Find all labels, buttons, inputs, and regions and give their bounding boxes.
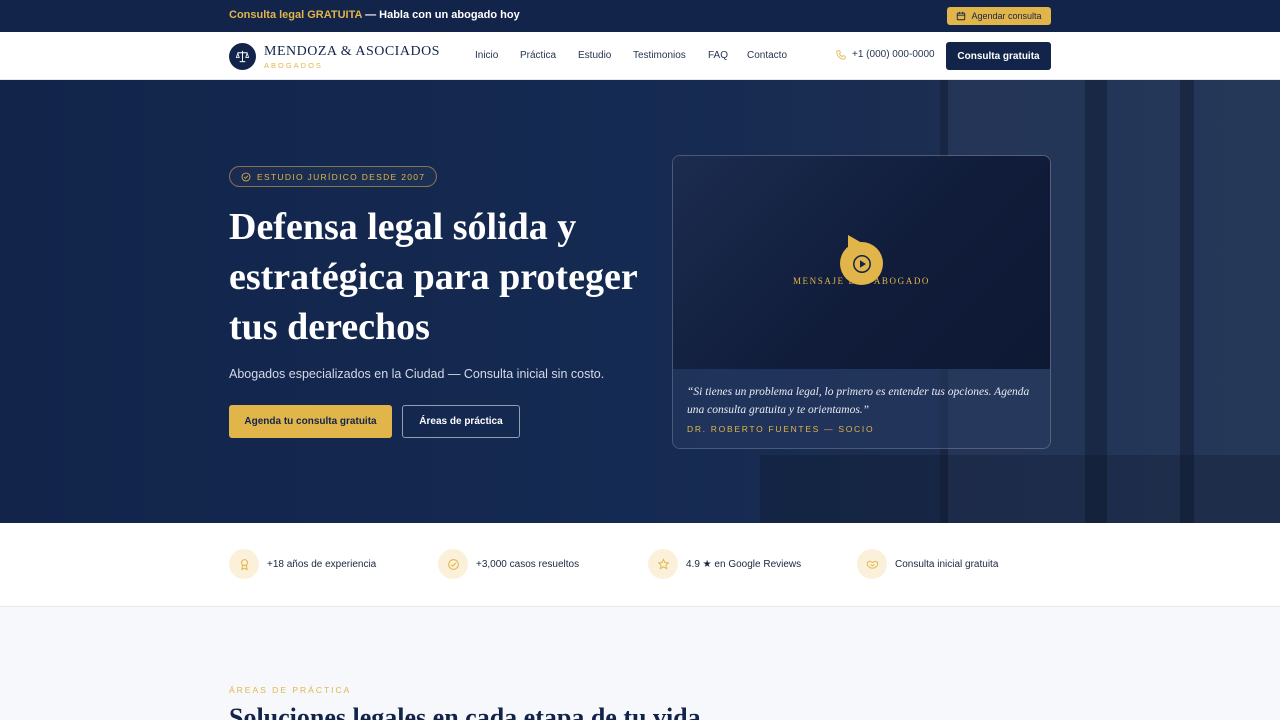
hero-section: ESTUDIO JURÍDICO DESDE 2007 Defensa lega… [0,80,1280,523]
logo[interactable] [229,43,256,70]
practice-areas-button[interactable]: Áreas de práctica [402,405,520,438]
main-navbar: MENDOZA & ASOCIADOS ABOGADOS Inicio Prác… [0,32,1280,80]
phone-number: +1 (000) 000-0000 [852,49,935,60]
phone-link[interactable]: +1 (000) 000-0000 [836,49,935,60]
stats-strip: +18 años de experiencia +3,000 casos res… [0,523,1280,607]
stat-label: 4.9 ★ en Google Reviews [686,558,802,570]
window-sill [760,455,1280,523]
nav-link-contacto[interactable]: Contacto [747,50,787,61]
award-icon [240,558,248,571]
stat-icon-wrap [229,549,259,579]
section-eyebrow: ÁREAS DE PRÁCTICA [229,685,352,695]
stat-free-consult: Consulta inicial gratuita [857,549,998,579]
nav-link-faq[interactable]: FAQ [708,50,728,61]
stat-cases: +3,000 casos resueltos [438,549,579,579]
brand-tagline: ABOGADOS [264,61,323,70]
video-quote: “Si tienes un problema legal, lo primero… [673,369,1050,448]
phone-icon [836,49,846,60]
book-consultation-button[interactable]: Agenda tu consulta gratuita [229,405,392,438]
quote-author: DR. ROBERTO FUENTES — SOCIO [687,424,875,434]
nav-link-estudio[interactable]: Estudio [578,50,611,61]
check-circle-icon [241,172,251,181]
schedule-consultation-label: Agendar consulta [971,11,1042,21]
hero-subtitle: Abogados especializados en la Ciudad — C… [229,367,605,381]
nav-link-testimonios[interactable]: Testimonios [633,50,686,61]
practice-areas-section: ÁREAS DE PRÁCTICA Soluciones legales en … [0,607,1280,720]
video-card: MENSAJE DEL ABOGADO “Si tienes un proble… [672,155,1051,449]
star-icon [656,557,670,570]
announcement-bar: Consulta legal GRATUITA — Habla con un a… [0,0,1280,32]
section-title: Soluciones legales en cada etapa de tu v… [229,703,701,720]
check-circle-icon [447,558,459,570]
stat-reviews: 4.9 ★ en Google Reviews [648,549,801,579]
play-icon [852,254,871,273]
established-badge-text: ESTUDIO JURÍDICO DESDE 2007 [257,171,426,182]
video-player[interactable]: MENSAJE DEL ABOGADO [673,156,1050,369]
announcement-highlight: Consulta legal GRATUITA [229,9,363,21]
scales-icon [235,50,250,63]
brand-name[interactable]: MENDOZA & ASOCIADOS [264,44,440,60]
announcement-text: Consulta legal GRATUITA — Habla con un a… [229,9,520,21]
schedule-consultation-button[interactable]: Agendar consulta [947,7,1051,25]
nav-link-inicio[interactable]: Inicio [475,50,498,61]
handshake-icon [866,560,878,568]
announcement-rest: — Habla con un abogado hoy [362,9,520,21]
established-badge: ESTUDIO JURÍDICO DESDE 2007 [229,166,438,187]
quote-text: “Si tienes un problema legal, lo primero… [687,386,1030,416]
hero-title: Defensa legal sólida y estratégica para … [229,206,637,348]
stat-icon-wrap [857,549,887,579]
calendar-icon [957,11,966,21]
stat-label: +18 años de experiencia [267,558,377,570]
stat-label: +3,000 casos resueltos [476,558,580,570]
stat-icon-wrap [648,549,678,579]
free-consultation-button[interactable]: Consulta gratuita [946,42,1051,70]
stat-experience: +18 años de experiencia [229,549,376,579]
video-label: MENSAJE DEL ABOGADO [792,276,931,286]
nav-link-practica[interactable]: Práctica [520,50,556,61]
stat-icon-wrap [438,549,468,579]
stat-label: Consulta inicial gratuita [895,558,999,570]
